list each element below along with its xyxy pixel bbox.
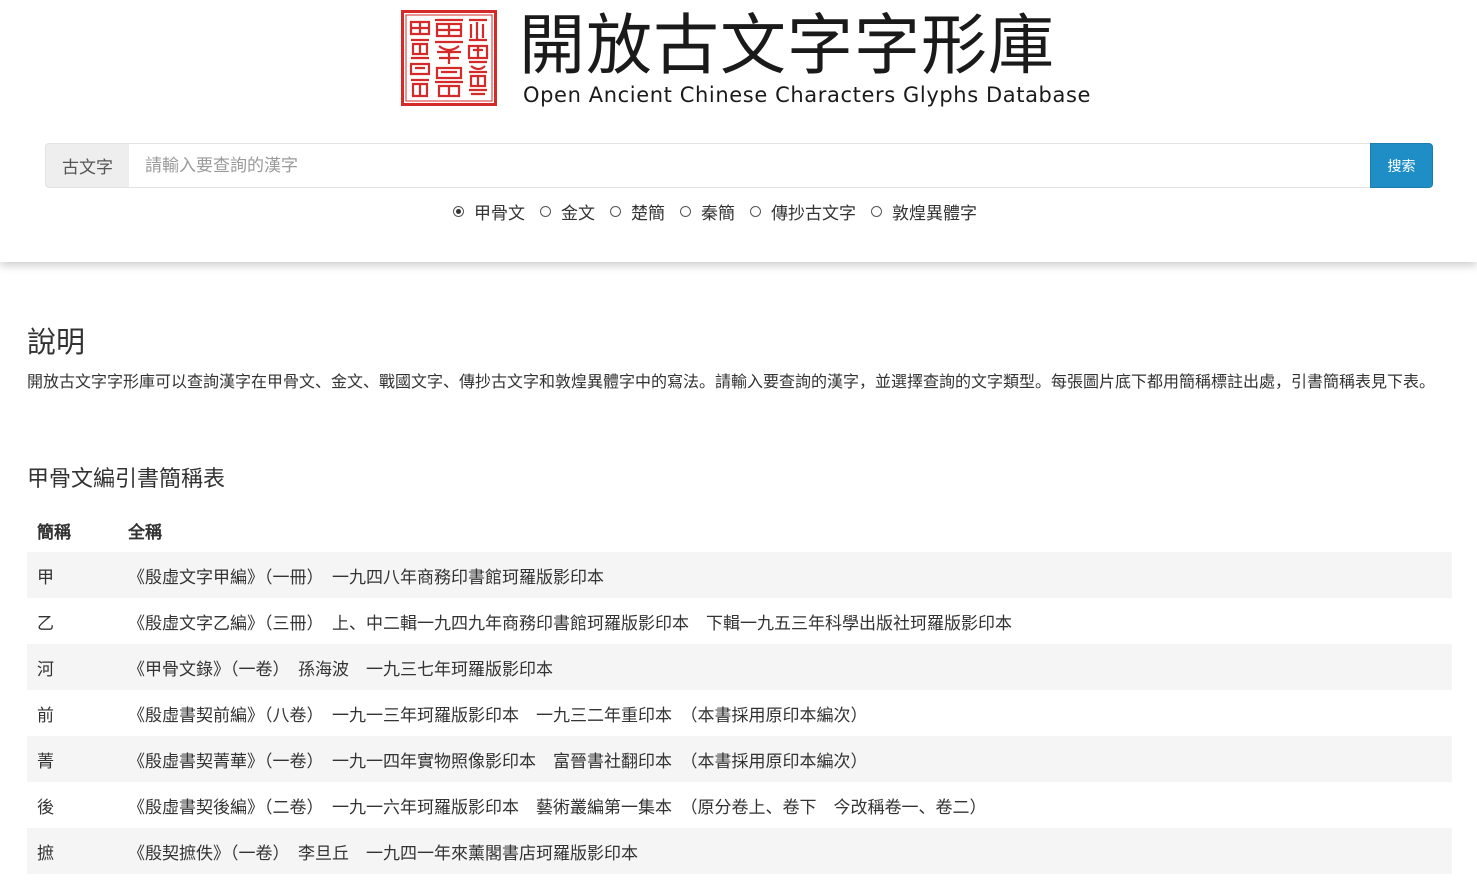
search-category-label: 古文字	[45, 143, 129, 188]
abbreviation-table: 簡稱 全稱 甲《殷虛文字甲編》（一冊） 一九四八年商務印書館珂羅版影印本乙《殷虛…	[27, 508, 1452, 874]
table-body: 甲 《殷虛文字甲編》（一冊） 一九四八年商務印書館珂羅版影印本乙 《殷虛文字乙編》（…	[27, 552, 1452, 874]
cell-full-title: 《殷虛書契菁華》（一卷） 一九一四年實物照像影印本 富晉書社翻印本 （本書採用原…	[128, 751, 868, 772]
column-header-abbr: 簡稱	[37, 522, 71, 543]
table-title: 甲骨文編引書簡稱表	[27, 467, 226, 492]
radio-unchecked-icon[interactable]	[871, 205, 882, 217]
cell-full-title: 《甲骨文錄》（一卷） 孫海波 一九三七年珂羅版影印本	[128, 659, 553, 680]
table-header-row: 簡稱 全稱	[27, 508, 1452, 552]
column-header-full: 全稱	[128, 522, 162, 543]
cell-abbr: 後	[37, 797, 54, 818]
cell-abbr: 前	[37, 705, 54, 726]
cell-abbr: 菁	[37, 751, 54, 772]
script-type-radio-group: 甲骨文 金文 楚簡 秦簡 傳抄古文字 敦煌異體字	[453, 198, 992, 224]
search-bar: 古文字 搜索	[45, 143, 1433, 188]
cell-abbr: 乙	[37, 613, 54, 634]
site-logo[interactable]: 開放古文字字形庫 Open Ancient Chinese Characters…	[401, 7, 1090, 110]
radio-option[interactable]: 甲骨文	[453, 199, 525, 224]
site-header: 開放古文字字形庫 Open Ancient Chinese Characters…	[0, 0, 1477, 262]
cell-full-title: 《殷虛書契前編》（八卷） 一九一三年珂羅版影印本 一九三二年重印本 （本書採用原…	[128, 705, 868, 726]
table-row: 河 《甲骨文錄》（一卷） 孫海波 一九三七年珂羅版影印本	[27, 644, 1452, 690]
radio-label: 秦簡	[701, 203, 735, 224]
radio-label: 甲骨文	[474, 203, 525, 224]
cell-abbr: 摭	[37, 843, 54, 864]
radio-unchecked-icon[interactable]	[610, 205, 621, 217]
radio-option[interactable]: 楚簡	[610, 199, 665, 224]
table-row: 前 《殷虛書契前編》（八卷） 一九一三年珂羅版影印本 一九三二年重印本 （本書採用…	[27, 690, 1452, 736]
cell-abbr: 甲	[37, 567, 54, 588]
radio-unchecked-icon[interactable]	[750, 205, 761, 217]
description-text: 開放古文字字形庫可以查詢漢字在甲骨文、金文、戰國文字、傳抄古文字和敦煌異體字中的…	[27, 372, 1436, 391]
table-row: 甲 《殷虛文字甲編》（一冊） 一九四八年商務印書館珂羅版影印本	[27, 552, 1452, 598]
search-button[interactable]: 搜索	[1370, 143, 1433, 188]
site-title-chinese: 開放古文字字形庫	[519, 7, 1055, 84]
radio-label: 敦煌異體字	[892, 203, 977, 224]
seal-logo-icon	[401, 10, 497, 106]
radio-option[interactable]: 傳抄古文字	[750, 199, 856, 224]
radio-checked-icon[interactable]	[453, 205, 464, 217]
table-row: 菁 《殷虛書契菁華》（一卷） 一九一四年實物照像影印本 富晉書社翻印本 （本書採用…	[27, 736, 1452, 782]
table-row: 摭 《殷契摭佚》（一卷） 李旦丘 一九四一年來薰閣書店珂羅版影印本	[27, 828, 1452, 874]
radio-label: 傳抄古文字	[771, 203, 856, 224]
table-row: 乙 《殷虛文字乙編》（三冊） 上、中二輯一九四九年商務印書館珂羅版影印本 下輯一九…	[27, 598, 1452, 644]
radio-option[interactable]: 金文	[540, 199, 595, 224]
radio-unchecked-icon[interactable]	[540, 205, 551, 217]
radio-option[interactable]: 秦簡	[680, 199, 735, 224]
radio-label: 楚簡	[631, 203, 665, 224]
section-title: 說明	[27, 325, 86, 359]
search-input[interactable]	[129, 143, 1370, 188]
radio-unchecked-icon[interactable]	[680, 205, 691, 217]
cell-abbr: 河	[37, 659, 54, 680]
cell-full-title: 《殷虛書契後編》（二卷） 一九一六年珂羅版影印本 藝術叢編第一集本 （原分卷上、…	[128, 797, 987, 818]
radio-label: 金文	[561, 203, 595, 224]
cell-full-title: 《殷虛文字乙編》（三冊） 上、中二輯一九四九年商務印書館珂羅版影印本 下輯一九五…	[128, 613, 1012, 634]
cell-full-title: 《殷虛文字甲編》（一冊） 一九四八年商務印書館珂羅版影印本	[128, 567, 604, 588]
cell-full-title: 《殷契摭佚》（一卷） 李旦丘 一九四一年來薰閣書店珂羅版影印本	[128, 843, 638, 864]
table-row: 後 《殷虛書契後編》（二卷） 一九一六年珂羅版影印本 藝術叢編第一集本 （原分卷上…	[27, 782, 1452, 828]
site-title-english: Open Ancient Chinese Characters Glyphs D…	[523, 83, 1092, 107]
radio-option[interactable]: 敦煌異體字	[871, 199, 977, 224]
